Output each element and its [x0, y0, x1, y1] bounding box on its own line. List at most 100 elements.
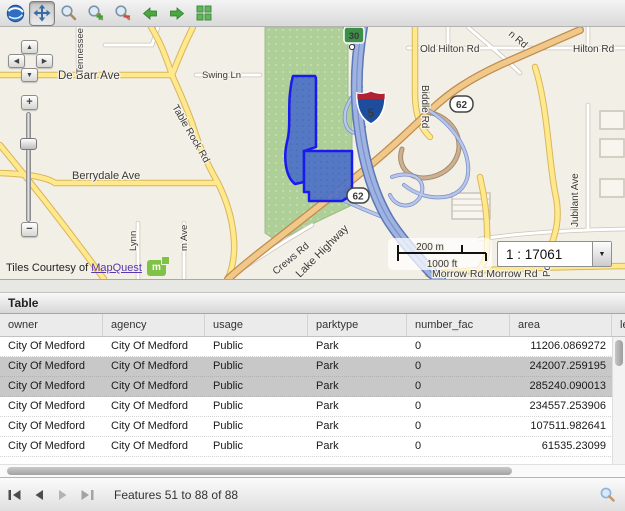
google-earth-button[interactable] — [2, 1, 28, 26]
google-earth-icon — [6, 4, 25, 23]
cell-owner: City Of Medford — [0, 357, 103, 376]
magnifier-icon — [60, 4, 78, 22]
pan-down-button[interactable]: ▼ — [21, 68, 38, 82]
next-extent-button[interactable] — [164, 1, 190, 26]
zoom-to-selection-button[interactable] — [599, 486, 616, 503]
next-page-icon — [55, 488, 71, 502]
scale-bar-widget: 200 m 1000 ft — [388, 238, 492, 270]
cell-owner: City Of Medford — [0, 417, 103, 436]
road-label-old-hilton: Old Hilton Rd — [420, 44, 479, 55]
features-status-text: Features 51 to 88 of 88 — [114, 488, 238, 502]
cell-agency: City Of Medford — [103, 397, 205, 416]
table-row-selected[interactable]: City Of Medford City Of Medford Public P… — [0, 377, 625, 397]
zoom-slider-track[interactable] — [26, 112, 31, 222]
scale-select[interactable]: 1 : 17061 ▼ — [497, 241, 612, 267]
road-label-tennessee: Tennessee — [75, 28, 86, 74]
cell-parktype: Park — [308, 397, 407, 416]
zoom-slider-handle[interactable] — [20, 138, 37, 150]
table-row[interactable]: City Of Medford City Of Medford Public P… — [0, 337, 625, 357]
cell-parktype: Park — [308, 377, 407, 396]
pan-right-button[interactable]: ▶ — [36, 54, 53, 68]
map-table-splitter[interactable] — [0, 279, 625, 292]
map-attribution: Tiles Courtesy of MapQuestm — [6, 260, 166, 276]
mapquest-link[interactable]: MapQuest — [91, 262, 142, 274]
green-arrow-right-icon — [168, 5, 186, 22]
column-header-usage[interactable]: usage — [205, 314, 308, 336]
table-row[interactable]: City Of Medford City Of Medford Public P… — [0, 417, 625, 437]
table-row[interactable]: City Of Medford City Of Medford Public P… — [0, 397, 625, 417]
cell-number-fac: 0 — [407, 357, 510, 376]
table-header-row: owner agency usage parktype number_fac a… — [0, 314, 625, 337]
pan-left-button[interactable]: ◀ — [8, 54, 25, 68]
first-page-button[interactable] — [6, 485, 24, 505]
vertical-scrollbar-thumb[interactable] — [615, 340, 623, 366]
column-header-area[interactable]: area — [510, 314, 612, 336]
road-label-jubilant: Jubilant Ave — [570, 173, 581, 227]
gis-application-window: 30 5 62 62 De Barr Ave Swing Ln Tennesse… — [0, 0, 625, 511]
road-label-m-ave: m Ave — [179, 225, 190, 251]
table-horizontal-scrollbar[interactable] — [0, 464, 625, 477]
cell-number-fac: 0 — [407, 377, 510, 396]
scale-select-dropdown-button[interactable]: ▼ — [592, 242, 611, 266]
cell-area: 285240.090013 — [510, 377, 612, 396]
cell-owner: City Of Medford — [0, 377, 103, 396]
column-header-number-fac[interactable]: number_fac — [407, 314, 510, 336]
last-page-icon — [79, 488, 95, 502]
cell-parktype: Park — [308, 337, 407, 356]
chevron-down-icon: ▼ — [599, 251, 606, 258]
cell-parktype: Park — [308, 357, 407, 376]
mapquest-logo: m — [147, 260, 166, 276]
zoom-out-button[interactable] — [110, 1, 136, 26]
table-vertical-scrollbar[interactable] — [612, 337, 625, 464]
scale-imperial-label: 1000 ft — [427, 259, 458, 270]
cell-area: 61535.23099 — [510, 437, 612, 456]
column-header-agency[interactable]: agency — [103, 314, 205, 336]
road-label-hilton: Hilton Rd — [573, 44, 614, 55]
pan-tool-button[interactable] — [29, 1, 55, 26]
cell-agency: City Of Medford — [103, 437, 205, 456]
cell-usage: Public — [205, 377, 308, 396]
zoom-box-button[interactable] — [56, 1, 82, 26]
road-label-berrydale: Berrydale Ave — [72, 170, 140, 182]
horizontal-scrollbar-thumb[interactable] — [7, 467, 512, 475]
zoom-in-icon — [87, 4, 105, 22]
full-extent-button[interactable] — [191, 1, 217, 26]
road-label-swing-ln: Swing Ln — [202, 70, 241, 81]
cell-area: 234557.253906 — [510, 397, 612, 416]
cell-number-fac: 0 — [407, 397, 510, 416]
cell-owner: City Of Medford — [0, 437, 103, 456]
table-row[interactable]: City Of Medford City Of Medford Public P… — [0, 437, 625, 457]
scale-select-value: 1 : 17061 — [498, 242, 592, 266]
pan-icon — [33, 4, 51, 22]
cell-agency: City Of Medford — [103, 337, 205, 356]
cell-number-fac: 0 — [407, 337, 510, 356]
previous-page-icon — [31, 488, 47, 502]
previous-page-button[interactable] — [30, 485, 48, 505]
cell-area: 107511.982641 — [510, 417, 612, 436]
cell-usage: Public — [205, 337, 308, 356]
first-page-icon — [7, 488, 23, 502]
magnifier-icon — [599, 486, 616, 503]
last-page-button[interactable] — [78, 485, 96, 505]
table-body: City Of Medford City Of Medford Public P… — [0, 337, 625, 464]
zoom-in-button[interactable] — [83, 1, 109, 26]
route-62-east-label: 62 — [456, 100, 468, 111]
cell-usage: Public — [205, 437, 308, 456]
cell-number-fac: 0 — [407, 437, 510, 456]
next-page-button[interactable] — [54, 485, 72, 505]
column-header-parktype[interactable]: parktype — [308, 314, 407, 336]
table-pagination-bar: Features 51 to 88 of 88 — [0, 477, 625, 511]
table-panel-title: Table — [0, 292, 625, 314]
cell-number-fac: 0 — [407, 417, 510, 436]
column-header-owner[interactable]: owner — [0, 314, 103, 336]
cell-agency: City Of Medford — [103, 377, 205, 396]
previous-extent-button[interactable] — [137, 1, 163, 26]
selected-park-polygon-2[interactable] — [304, 151, 352, 201]
road-label-de-barr: De Barr Ave — [58, 70, 120, 82]
table-row-selected[interactable]: City Of Medford City Of Medford Public P… — [0, 357, 625, 377]
pan-up-button[interactable]: ▲ — [21, 40, 38, 54]
interstate-5-label: 5 — [368, 106, 375, 120]
zoom-out-map-button[interactable]: − — [21, 222, 38, 237]
zoom-in-map-button[interactable]: + — [21, 95, 38, 110]
column-header-len[interactable]: len — [612, 314, 625, 336]
